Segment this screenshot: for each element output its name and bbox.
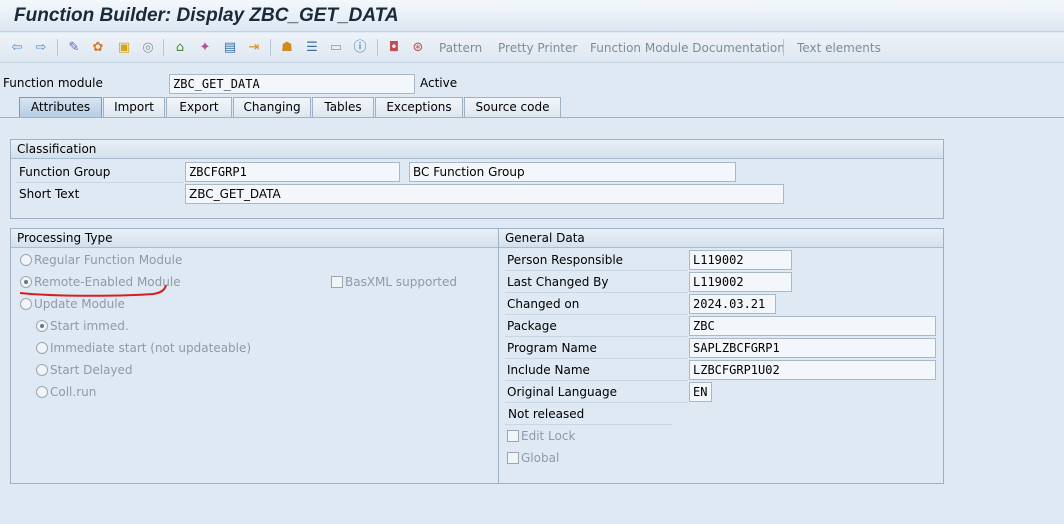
person-responsible-label: Person Responsible <box>507 253 624 267</box>
row-divider <box>505 358 688 359</box>
coll-run-label: Coll.run <box>50 385 97 399</box>
pretty-printer-button[interactable]: Pretty Printer <box>498 41 577 55</box>
person-responsible-field[interactable]: L119002 <box>689 250 792 270</box>
function-group-field[interactable]: ZBCFGRP1 <box>185 162 400 182</box>
function-module-label: Function module <box>3 76 103 90</box>
regular-function-module-label: Regular Function Module <box>34 253 183 267</box>
original-language-field[interactable]: EN <box>689 382 712 402</box>
general-data-group-title: General Data <box>499 229 943 248</box>
include-name-label: Include Name <box>507 363 590 377</box>
function-module-field[interactable]: ZBC_GET_DATA <box>169 74 415 94</box>
application-toolbar: ⇦ ⇨ ✎ ✿ ▣ ◎ ⌂ ✦ ▤ ⇥ ☗ ☰ ▭ ⓘ ◘ ⊛ Pattern … <box>0 33 1064 63</box>
fm-documentation-button[interactable]: Function Module Documentation <box>590 41 785 55</box>
toolbar-separator <box>377 39 378 56</box>
hierarchy-icon[interactable]: ☗ <box>278 38 296 56</box>
title-bar: Function Builder: Display ZBC_GET_DATA <box>0 0 1064 32</box>
navigation-icon[interactable]: ⇥ <box>245 38 263 56</box>
test-icon[interactable]: ⊛ <box>409 38 427 56</box>
pattern-button[interactable]: Pattern <box>439 41 482 55</box>
wand-icon[interactable]: ✦ <box>196 38 214 56</box>
toolbar-separator <box>270 39 271 56</box>
tab-export[interactable]: Export <box>166 97 232 117</box>
include-name-field[interactable]: LZBCFGRP1U02 <box>689 360 936 380</box>
original-language-label: Original Language <box>507 385 617 399</box>
last-changed-by-field[interactable]: L119002 <box>689 272 792 292</box>
changed-on-label: Changed on <box>507 297 580 311</box>
start-delayed-label: Start Delayed <box>50 363 133 377</box>
coll-run-radio[interactable] <box>36 386 48 398</box>
release-status-text: Not released <box>508 407 585 421</box>
stack-icon[interactable]: ☰ <box>303 38 321 56</box>
program-name-label: Program Name <box>507 341 597 355</box>
short-text-label: Short Text <box>19 187 80 201</box>
frame-icon[interactable]: ▭ <box>327 38 345 56</box>
classification-group-title: Classification <box>11 140 943 159</box>
processing-type-group-title: Processing Type <box>11 229 498 248</box>
toolbar-separator <box>783 39 784 56</box>
function-group-label: Function Group <box>19 165 111 179</box>
basxml-supported-checkbox[interactable] <box>331 276 343 288</box>
last-changed-by-label: Last Changed By <box>507 275 609 289</box>
status-text: Active <box>420 76 458 90</box>
row-divider <box>505 314 688 315</box>
tab-exceptions[interactable]: Exceptions <box>375 97 463 117</box>
row-divider <box>505 402 688 403</box>
row-divider <box>505 424 672 425</box>
row-divider <box>505 270 688 271</box>
program-name-field[interactable]: SAPLZBCFGRP1 <box>689 338 936 358</box>
global-label: Global <box>521 451 560 465</box>
check-icon[interactable]: ◎ <box>139 38 157 56</box>
update-module-radio[interactable] <box>20 298 32 310</box>
edit-lock-checkbox[interactable] <box>507 430 519 442</box>
display-object-list-icon[interactable]: ▤ <box>221 38 239 56</box>
activate-icon[interactable]: ▣ <box>115 38 133 56</box>
breakpoint-icon[interactable]: ◘ <box>385 38 403 56</box>
where-used-icon[interactable]: ⌂ <box>171 38 189 56</box>
tab-source-code[interactable]: Source code <box>464 97 561 117</box>
basxml-supported-label: BasXML supported <box>345 275 457 289</box>
text-elements-button[interactable]: Text elements <box>797 41 881 55</box>
tab-changing[interactable]: Changing <box>233 97 311 117</box>
window-title: Function Builder: Display ZBC_GET_DATA <box>14 5 399 26</box>
tab-import[interactable]: Import <box>103 97 165 117</box>
short-text-field[interactable]: ZBC_GET_DATA <box>185 184 784 204</box>
update-module-label: Update Module <box>34 297 125 311</box>
start-immed-label: Start immed. <box>50 319 129 333</box>
row-divider <box>505 336 688 337</box>
row-divider <box>505 292 688 293</box>
row-divider <box>16 182 184 183</box>
start-delayed-radio[interactable] <box>36 364 48 376</box>
start-immed-radio[interactable] <box>36 320 48 332</box>
tab-attributes[interactable]: Attributes <box>19 97 102 117</box>
info-icon[interactable]: ⓘ <box>351 38 369 56</box>
back-arrow-icon[interactable]: ⇦ <box>8 38 26 56</box>
toolbar-separator <box>163 39 164 56</box>
regular-function-module-radio[interactable] <box>20 254 32 266</box>
other-object-icon[interactable]: ✿ <box>89 38 107 56</box>
package-field[interactable]: ZBC <box>689 316 936 336</box>
row-divider <box>505 380 688 381</box>
function-group-description: BC Function Group <box>409 162 736 182</box>
global-checkbox[interactable] <box>507 452 519 464</box>
immediate-start-label: Immediate start (not updateable) <box>50 341 252 355</box>
changed-on-field[interactable]: 2024.03.21 <box>689 294 776 314</box>
edit-lock-label: Edit Lock <box>521 429 576 443</box>
forward-arrow-icon[interactable]: ⇨ <box>32 38 50 56</box>
display-change-icon[interactable]: ✎ <box>65 38 83 56</box>
package-label: Package <box>507 319 557 333</box>
toolbar-separator <box>57 39 58 56</box>
tab-tables[interactable]: Tables <box>312 97 374 117</box>
immediate-start-radio[interactable] <box>36 342 48 354</box>
